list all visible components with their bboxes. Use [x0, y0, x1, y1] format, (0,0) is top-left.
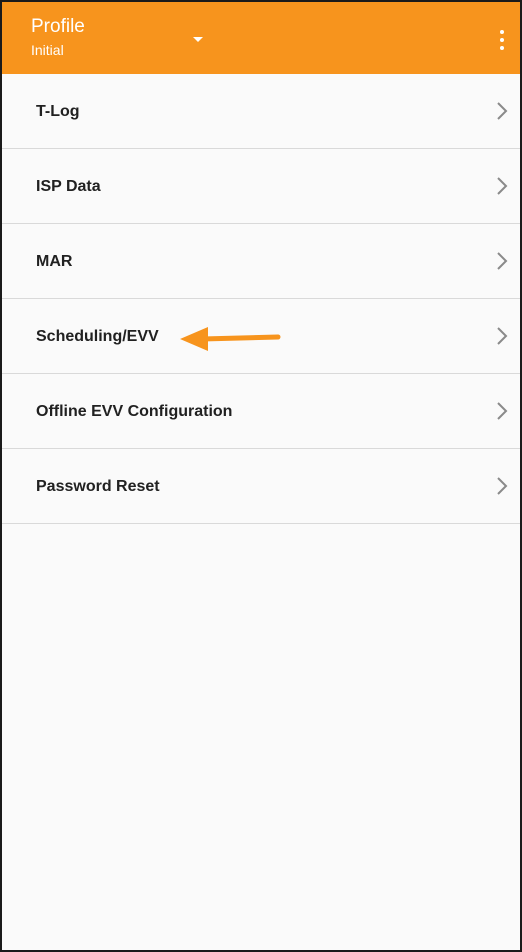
chevron-right-icon	[497, 177, 508, 195]
page-subtitle: Initial	[31, 42, 64, 58]
menu-item-password-reset[interactable]: Password Reset	[2, 449, 520, 524]
chevron-right-icon	[497, 327, 508, 345]
more-vert-icon[interactable]	[492, 24, 512, 56]
menu-item-label: T-Log	[36, 103, 80, 120]
profile-selector[interactable]: Profile Initial	[31, 16, 85, 59]
menu-item-mar[interactable]: MAR	[2, 224, 520, 299]
caret-down-icon[interactable]	[193, 37, 203, 42]
chevron-right-icon	[497, 252, 508, 270]
menu-item-label: MAR	[36, 253, 73, 270]
menu-item-label: Offline EVV Configuration	[36, 403, 233, 420]
menu-item-label: ISP Data	[36, 178, 101, 195]
menu-item-isp-data[interactable]: ISP Data	[2, 149, 520, 224]
menu-list: T-Log ISP Data MAR Scheduling/EVV Offlin	[2, 74, 520, 524]
app-screen: Profile Initial T-Log ISP Data MAR Sched…	[0, 0, 522, 952]
arrow-left-icon	[180, 327, 281, 351]
app-bar: Profile Initial	[2, 2, 520, 74]
menu-item-label: Scheduling/EVV	[36, 328, 159, 345]
menu-item-offline-evv-configuration[interactable]: Offline EVV Configuration	[2, 374, 520, 449]
menu-item-t-log[interactable]: T-Log	[2, 74, 520, 149]
page-title: Profile	[31, 16, 85, 37]
menu-item-label: Password Reset	[36, 478, 160, 495]
chevron-right-icon	[497, 402, 508, 420]
chevron-right-icon	[497, 102, 508, 120]
chevron-right-icon	[497, 477, 508, 495]
